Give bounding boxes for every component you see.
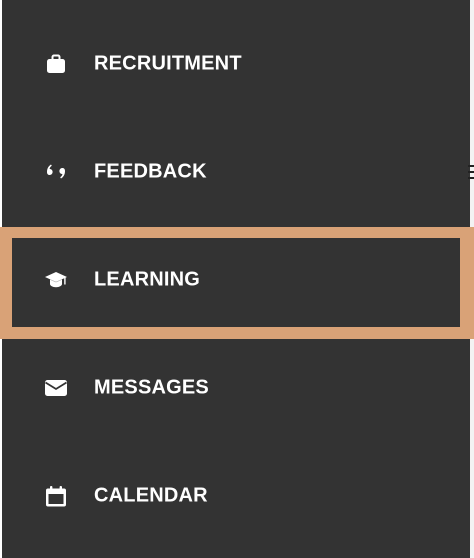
menu-item-label: RECRUITMENT [94,52,242,75]
menu-item-label: CALENDAR [94,484,208,507]
menu-item-calendar[interactable]: CALENDAR [2,442,470,550]
menu-item-learning[interactable]: LEARNING [2,226,470,334]
menu-item-label: MESSAGES [94,376,209,399]
menu-item-feedback[interactable]: FEEDBACK [2,118,470,226]
menu-item-label: FEEDBACK [94,160,207,183]
briefcase-icon [44,52,68,76]
envelope-icon [44,376,68,400]
calendar-icon [44,484,68,508]
menu-item-label: LEARNING [94,268,201,291]
menu-item-recruitment[interactable]: RECRUITMENT [2,10,470,118]
menu-item-messages[interactable]: MESSAGES [2,334,470,442]
graduation-cap-icon [44,268,68,292]
quote-icon [44,160,68,184]
